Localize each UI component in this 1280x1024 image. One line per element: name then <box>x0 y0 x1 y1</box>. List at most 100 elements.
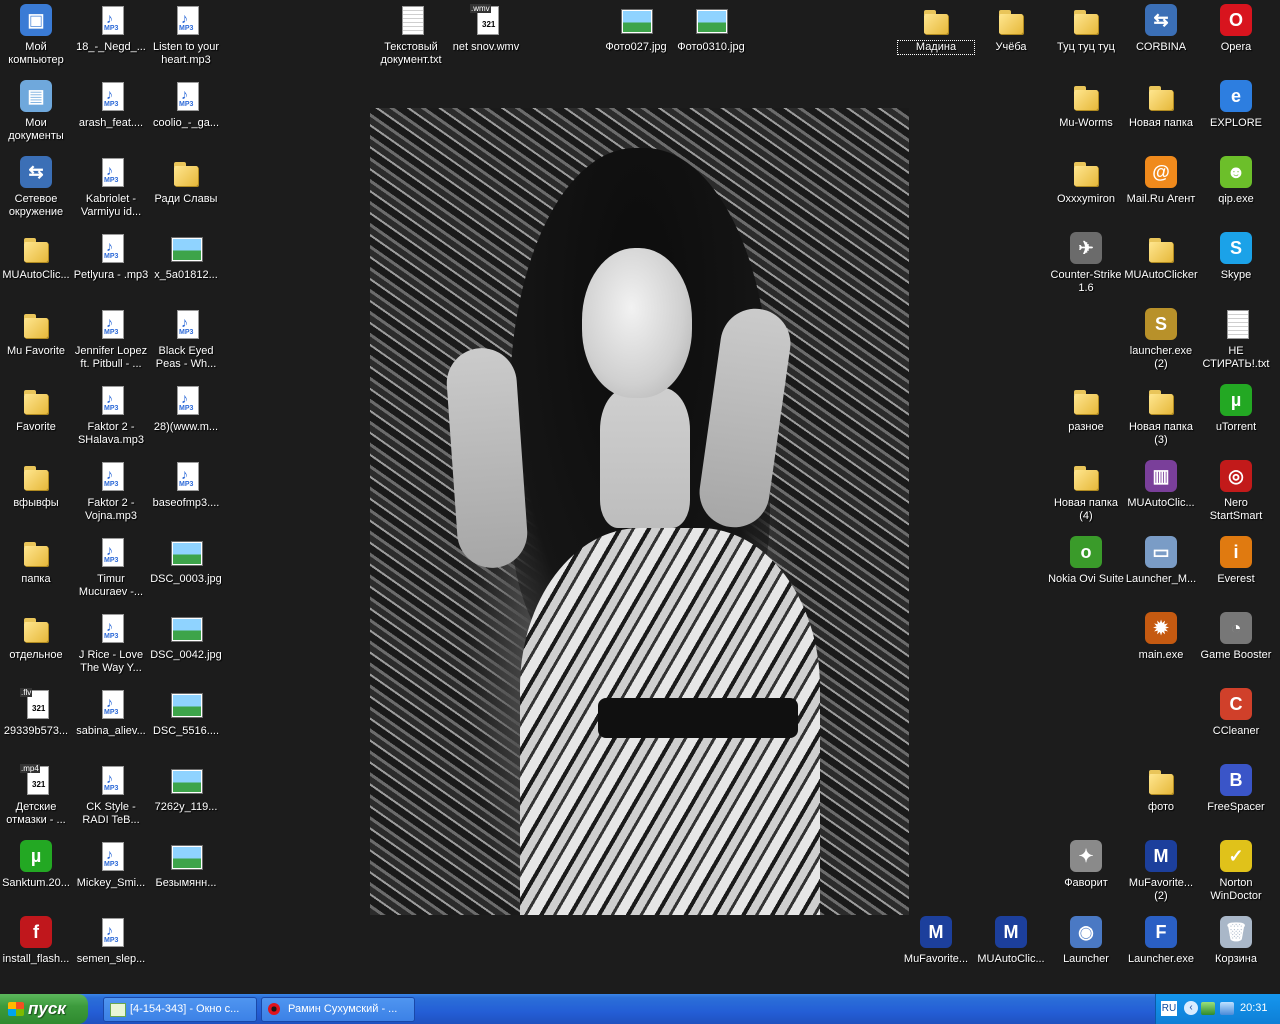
desktop-icon[interactable]: ♪ MP3 Listen to your heart.mp3 <box>148 2 224 67</box>
desktop-icon[interactable]: Новая папка (3) <box>1123 382 1199 447</box>
taskbar-button-notepad[interactable]: [4-154-343] - Окно с... <box>103 997 257 1022</box>
desktop-icon[interactable]: f install_flash... <box>0 914 74 966</box>
desktop-icon[interactable]: O Opera <box>1198 2 1274 54</box>
desktop-icon[interactable]: ♪ MP3 Black Eyed Peas - Wh... <box>148 306 224 371</box>
desktop-icon[interactable]: ♪ MP3 coolio_-_ga... <box>148 78 224 130</box>
desktop-icon[interactable]: µ Sanktum.20... <box>0 838 74 890</box>
desktop-icon[interactable]: ♪ MP3 28)(www.m... <box>148 382 224 434</box>
desktop-icon-label: Black Eyed Peas - Wh... <box>155 345 217 370</box>
video-file-icon: .mp4 321 <box>20 764 52 796</box>
desktop-icon[interactable]: DSC_0003.jpg <box>148 534 224 586</box>
desktop-icon[interactable]: Mu Favorite <box>0 306 74 358</box>
desktop-icon[interactable]: M MUAutoClic... <box>973 914 1049 966</box>
desktop-icon[interactable]: ♪ MP3 J Rice - Love The Way Y... <box>73 610 149 675</box>
desktop-icon[interactable]: Фото0310.jpg <box>673 2 749 54</box>
image-file-icon <box>170 840 202 872</box>
desktop-icon[interactable]: µ uTorrent <box>1198 382 1274 434</box>
desktop-icon[interactable]: Учёба <box>973 2 1049 54</box>
desktop-icon[interactable]: Ради Славы <box>148 154 224 206</box>
desktop-icon[interactable]: ♪ MP3 sabina_aliev... <box>73 686 149 738</box>
desktop-icon[interactable]: ♪ MP3 Mickey_Smi... <box>73 838 149 890</box>
desktop-icon[interactable]: ♪ MP3 Faktor 2 - Vojna.mp3 <box>73 458 149 523</box>
desktop-icon[interactable]: папка <box>0 534 74 586</box>
desktop-icon[interactable]: ▤ Мои документы <box>0 78 74 143</box>
desktop-icon[interactable]: ♪ MP3 Petlyura - .mp3 <box>73 230 149 282</box>
desktop-icon[interactable]: @ Mail.Ru Агент <box>1123 154 1199 206</box>
desktop-icon[interactable]: e EXPLORE <box>1198 78 1274 130</box>
desktop-icon[interactable]: ♪ MP3 Timur Mucuraev -... <box>73 534 149 599</box>
desktop-icon[interactable]: Мадина <box>897 2 975 55</box>
mp3-file-icon: ♪ MP3 <box>95 536 127 568</box>
tray-app-icon[interactable] <box>1201 1002 1215 1015</box>
desktop-icon[interactable]: ♪ MP3 Kabriolet - Varmiyu id... <box>73 154 149 219</box>
desktop-icon[interactable]: Туц туц туц <box>1048 2 1124 54</box>
desktop-icon[interactable]: Фото027.jpg <box>598 2 674 54</box>
desktop-icon[interactable]: ▭ Launcher_M... <box>1123 534 1199 586</box>
desktop-icon[interactable]: Новая папка (4) <box>1048 458 1124 523</box>
desktop-icon[interactable]: F Launcher.exe <box>1123 914 1199 966</box>
desktop-icon[interactable]: ⇆ Сетевое окружение <box>0 154 74 219</box>
folder-icon <box>1145 384 1177 416</box>
desktop-icon-label: Launcher_M... <box>1125 573 1197 585</box>
desktop-icon[interactable]: MUAutoClic... <box>0 230 74 282</box>
desktop-icon[interactable]: ✦ Фаворит <box>1048 838 1124 890</box>
desktop-icon[interactable]: 🗑 Корзина <box>1198 914 1274 966</box>
desktop-icon[interactable]: ♪ MP3 arash_feat.... <box>73 78 149 130</box>
desktop-icon[interactable]: отдельное <box>0 610 74 662</box>
desktop-icon[interactable]: ⇆ CORBINA <box>1123 2 1199 54</box>
show-hidden-icons-button[interactable]: ‹ <box>1184 1001 1198 1015</box>
mp3-file-icon: ♪ MP3 <box>95 612 127 644</box>
desktop-icon[interactable]: M MuFavorite... (2) <box>1123 838 1199 903</box>
desktop-icon[interactable]: ✈ Counter-Strike 1.6 <box>1048 230 1124 295</box>
start-button[interactable]: пуск <box>0 994 88 1024</box>
desktop-icon[interactable]: разное <box>1048 382 1124 434</box>
desktop-icon[interactable]: Oxxxymiron <box>1048 154 1124 206</box>
desktop-icon[interactable]: ♪ MP3 baseofmp3.... <box>148 458 224 510</box>
desktop-icon[interactable]: ▥ MUAutoClic... <box>1123 458 1199 510</box>
desktop-icon[interactable]: ◉ Launcher <box>1048 914 1124 966</box>
desktop-icon[interactable]: o Nokia Ovi Suite <box>1048 534 1124 586</box>
taskbar-button-opera[interactable]: Рамин Сухумский - ... <box>261 997 415 1022</box>
desktop-icon[interactable]: i Everest <box>1198 534 1274 586</box>
desktop-icon[interactable]: Новая папка <box>1123 78 1199 130</box>
desktop-icon[interactable]: ◔ Game Booster <box>1198 610 1274 662</box>
mp3-file-icon: ♪ MP3 <box>95 308 127 340</box>
desktop-icon-label: Сетевое окружение <box>8 193 64 218</box>
desktop-icon[interactable]: DSC_0042.jpg <box>148 610 224 662</box>
language-indicator[interactable]: RU <box>1161 1001 1177 1016</box>
desktop-icon[interactable]: MUAutoClicker <box>1123 230 1199 282</box>
network-icon[interactable] <box>1220 1002 1234 1015</box>
desktop-icon[interactable]: B FreeSpacer <box>1198 762 1274 814</box>
desktop-icon[interactable]: C CCleaner <box>1198 686 1274 738</box>
desktop-icon[interactable]: S Skype <box>1198 230 1274 282</box>
desktop-icon[interactable]: DSC_5516.... <box>148 686 224 738</box>
desktop-icon[interactable]: ✹ main.exe <box>1123 610 1199 662</box>
desktop-icon[interactable]: .mp4 321 Детские отмазки - ... <box>0 762 74 827</box>
desktop-icon[interactable]: ◎ Nero StartSmart <box>1198 458 1274 523</box>
desktop-icon[interactable]: НЕ СТИРАТЬ!.txt <box>1198 306 1274 371</box>
desktop-icon[interactable]: вфывфы <box>0 458 74 510</box>
desktop-icon[interactable]: ✓ Norton WinDoctor <box>1198 838 1274 903</box>
desktop-icon[interactable]: ♪ MP3 18_-_Negd_... <box>73 2 149 54</box>
desktop-icon-label: Faktor 2 - SHalava.mp3 <box>77 421 145 446</box>
desktop-icon[interactable]: 7262y_119... <box>148 762 224 814</box>
desktop-icon[interactable]: ☻ qip.exe <box>1198 154 1274 206</box>
desktop-icon[interactable]: .flv 321 29339b573... <box>0 686 74 738</box>
desktop-icon[interactable]: M MuFavorite... <box>898 914 974 966</box>
desktop-icon[interactable]: ▣ Мой компьютер <box>0 2 74 67</box>
desktop-icon[interactable]: фото <box>1123 762 1199 814</box>
desktop-icon[interactable]: ♪ MP3 semen_slep... <box>73 914 149 966</box>
desktop-icon[interactable]: Favorite <box>0 382 74 434</box>
desktop-icon[interactable]: ♪ MP3 Faktor 2 - SHalava.mp3 <box>73 382 149 447</box>
main-exe-icon: ✹ <box>1145 612 1177 644</box>
desktop-icon[interactable]: ♪ MP3 CK Style - RADI TeB... <box>73 762 149 827</box>
desktop-icon[interactable]: Mu-Worms <box>1048 78 1124 130</box>
desktop-icon[interactable]: x_5a01812... <box>148 230 224 282</box>
desktop-icon[interactable]: Slauncher.exe (2) <box>1123 306 1199 371</box>
desktop-icon-label: J Rice - Love The Way Y... <box>78 649 144 674</box>
desktop-icon-label: разное <box>1068 421 1104 433</box>
desktop-icon[interactable]: Текстовый документ.txt <box>373 2 449 67</box>
desktop-icon[interactable]: Безымянн... <box>148 838 224 890</box>
desktop-icon[interactable]: ♪ MP3 Jennifer Lopez ft. Pitbull - ... <box>73 306 149 371</box>
desktop-icon[interactable]: .wmv 321 net snov.wmv <box>448 2 524 54</box>
